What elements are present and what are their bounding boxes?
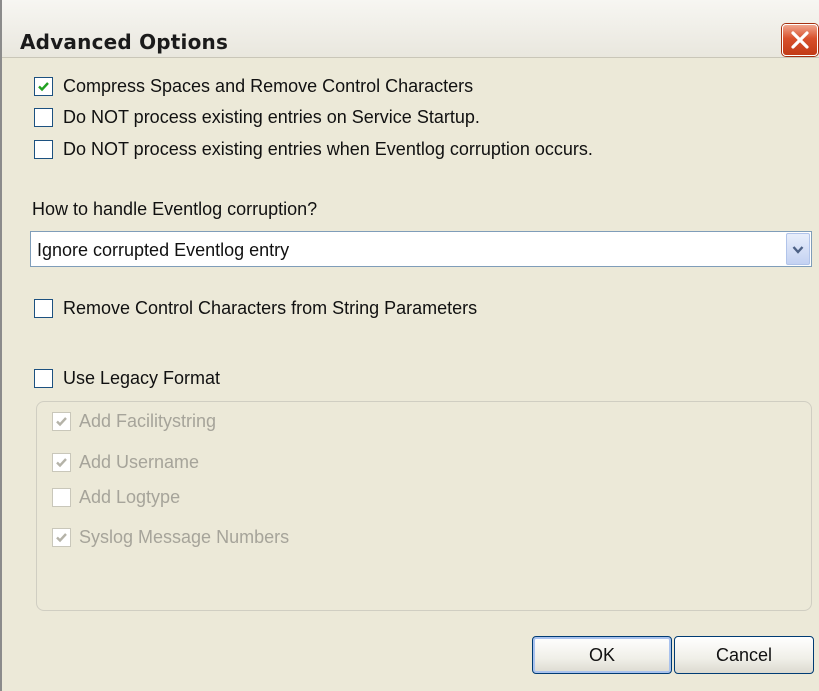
add-username-label: Add Username [79, 452, 200, 472]
skip-startup-entries-label: Do NOT process existing entries on Servi… [63, 107, 480, 127]
advanced-options-dialog: Advanced Options Compress Spaces and Rem… [0, 0, 819, 691]
close-button[interactable] [782, 24, 818, 56]
add-username-checkbox[interactable] [52, 453, 71, 472]
chevron-down-icon [792, 246, 804, 254]
corruption-handling-label: How to handle Eventlog corruption? [32, 199, 318, 219]
cancel-button[interactable]: Cancel [674, 636, 814, 674]
skip-corruption-entries-checkbox[interactable] [34, 140, 53, 159]
checkmark-icon [38, 82, 49, 92]
skip-corruption-entries-label: Do NOT process existing entries when Eve… [63, 139, 593, 159]
syslog-message-numbers-checkbox[interactable] [52, 528, 71, 547]
corruption-handling-select[interactable]: Ignore corrupted Eventlog entry [30, 231, 812, 267]
add-facilitystring-label: Add Facilitystring [79, 411, 217, 431]
legacy-format-checkbox[interactable] [34, 369, 53, 388]
dropdown-arrow-button[interactable] [786, 233, 810, 265]
skip-startup-entries-checkbox[interactable] [34, 108, 53, 127]
title-bar[interactable]: Advanced Options [2, 0, 819, 58]
compress-spaces-label: Compress Spaces and Remove Control Chara… [63, 76, 474, 96]
checkmark-icon [56, 533, 67, 543]
legacy-format-label: Use Legacy Format [63, 368, 221, 388]
syslog-message-numbers-label: Syslog Message Numbers [79, 527, 290, 547]
compress-spaces-checkbox[interactable] [34, 77, 53, 96]
add-logtype-label: Add Logtype [79, 487, 181, 507]
remove-control-chars-label: Remove Control Characters from String Pa… [63, 298, 478, 318]
close-x-icon [791, 31, 809, 49]
checkmark-icon [56, 458, 67, 468]
add-logtype-checkbox[interactable] [52, 488, 71, 507]
dialog-title: Advanced Options [20, 30, 229, 54]
ok-button[interactable]: OK [532, 636, 672, 674]
checkmark-icon [56, 417, 67, 427]
add-facilitystring-checkbox[interactable] [52, 412, 71, 431]
corruption-handling-value: Ignore corrupted Eventlog entry [37, 240, 290, 260]
remove-control-chars-checkbox[interactable] [34, 299, 53, 318]
